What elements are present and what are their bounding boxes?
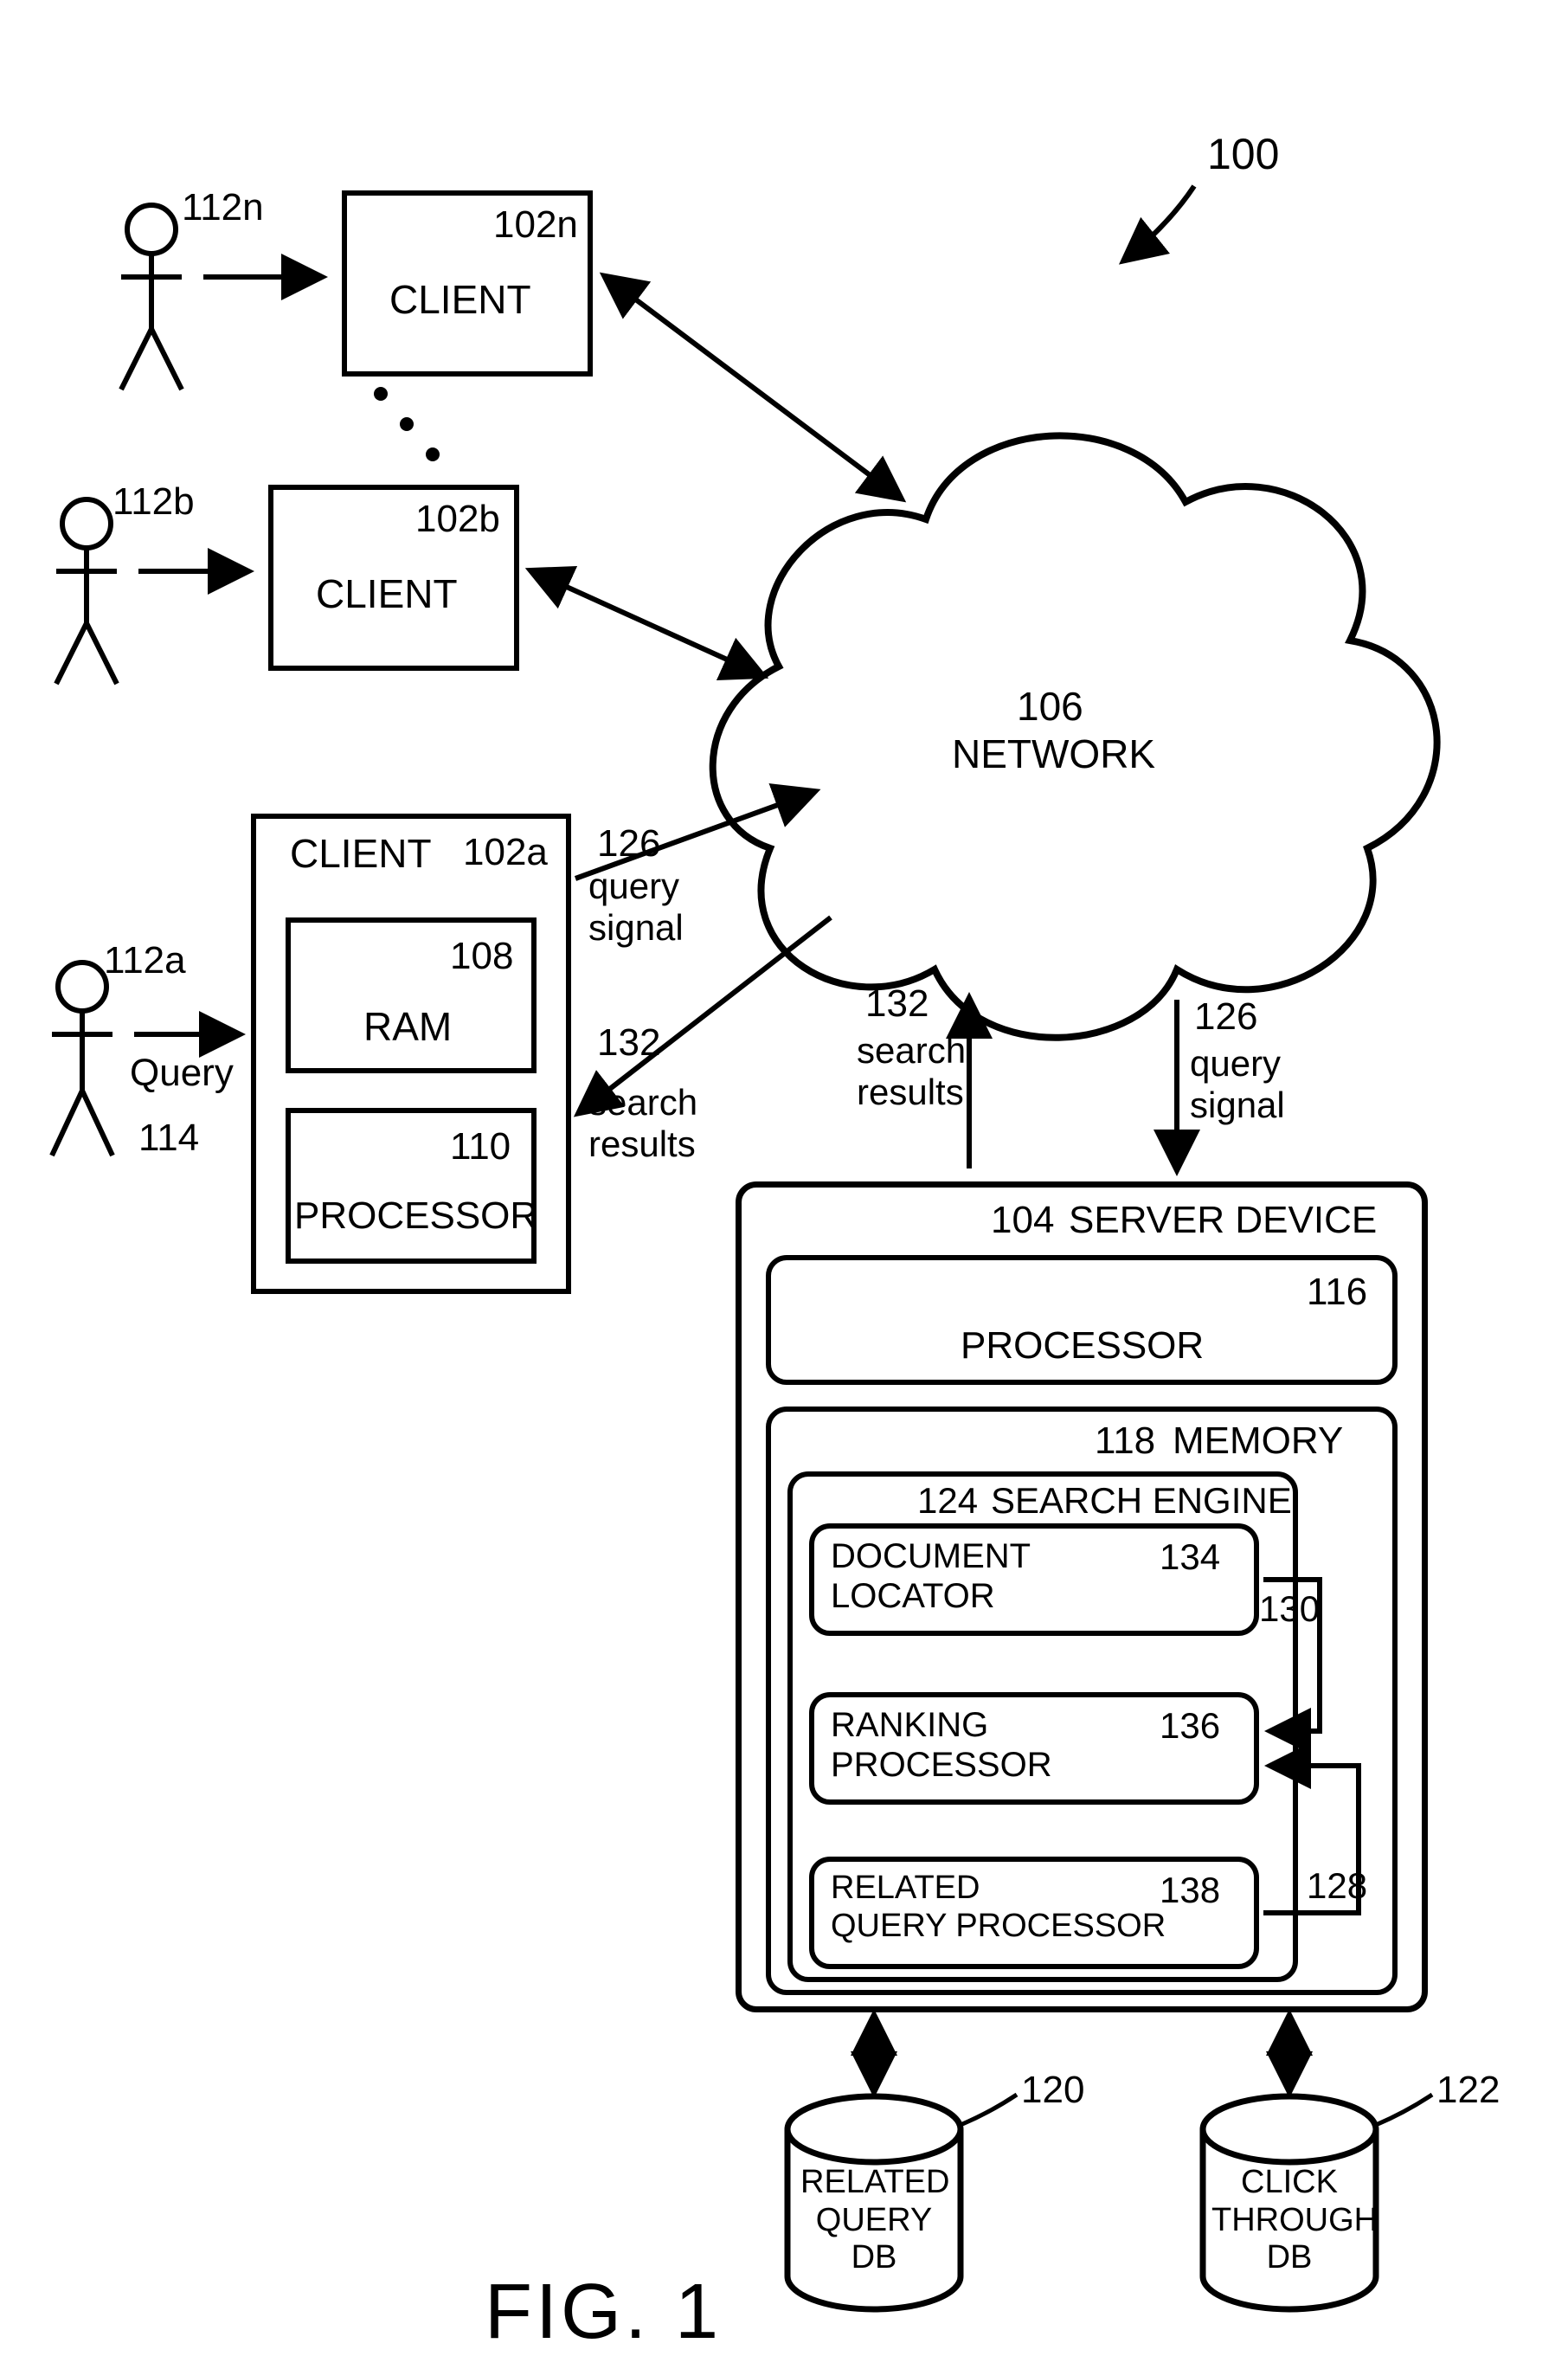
- label-search-results-2: search results: [857, 1030, 966, 1114]
- ref-ram: 108: [450, 935, 513, 979]
- ref-system: 100: [1207, 130, 1279, 180]
- ref-user-b: 112b: [112, 480, 195, 525]
- ref-related-query-db: 120: [1021, 2069, 1084, 2113]
- ref-related-query-signal: 128: [1307, 1865, 1367, 1907]
- label-client-a: CLIENT: [290, 831, 432, 877]
- ref-search-engine: 124: [917, 1480, 978, 1522]
- label-search-results-1: search results: [588, 1082, 697, 1166]
- label-server-device: SERVER DEVICE: [1069, 1199, 1377, 1243]
- label-related-query-db: RELATED QUERY DB: [800, 2164, 948, 2277]
- ref-server-processor: 116: [1307, 1271, 1367, 1315]
- label-ranking-processor: RANKING PROCESSOR: [831, 1705, 1052, 1785]
- ref-click-through-db: 122: [1436, 2069, 1500, 2113]
- label-memory: MEMORY: [1173, 1419, 1343, 1464]
- label-client-processor: PROCESSOR: [294, 1194, 537, 1239]
- ref-user-n: 112n: [182, 186, 264, 230]
- ref-server-device: 104: [991, 1199, 1054, 1243]
- label-client-b: CLIENT: [316, 571, 458, 617]
- label-client-n: CLIENT: [389, 277, 531, 323]
- label-related-query-processor: RELATED QUERY PROCESSOR: [831, 1870, 1166, 1945]
- label-search-engine: SEARCH ENGINE: [991, 1480, 1292, 1522]
- ref-network: 106: [1017, 684, 1083, 730]
- ref-search-results-1: 132: [597, 1021, 660, 1065]
- ref-memory: 118: [1095, 1419, 1155, 1464]
- ref-doc-locator-signal: 130: [1259, 1588, 1320, 1630]
- figure-label: FIG. 1: [485, 2268, 722, 2357]
- label-query-signal-2: query signal: [1190, 1043, 1285, 1127]
- label-ram: RAM: [363, 1004, 452, 1050]
- ref-client-n: 102n: [493, 203, 578, 248]
- ref-document-locator: 134: [1160, 1536, 1220, 1578]
- ref-ranking-processor: 136: [1160, 1705, 1220, 1747]
- label-query-signal-1: query signal: [588, 866, 684, 950]
- label-server-processor: PROCESSOR: [961, 1324, 1204, 1368]
- ref-user-a: 112a: [104, 939, 186, 983]
- ref-client-b: 102b: [415, 498, 500, 542]
- label-query: Query: [130, 1052, 234, 1096]
- label-document-locator: DOCUMENT LOCATOR: [831, 1536, 1031, 1616]
- ref-client-processor: 110: [450, 1125, 511, 1169]
- ref-query-signal-2: 126: [1194, 995, 1257, 1040]
- ref-query: 114: [138, 1117, 199, 1161]
- ref-related-query-processor: 138: [1160, 1870, 1220, 1911]
- ref-client-a: 102a: [463, 831, 548, 875]
- ref-search-results-2: 132: [865, 982, 929, 1027]
- label-network: NETWORK: [952, 731, 1155, 777]
- label-click-through-db: CLICK THROUGH DB: [1211, 2164, 1367, 2277]
- ref-query-signal-1: 126: [597, 822, 660, 866]
